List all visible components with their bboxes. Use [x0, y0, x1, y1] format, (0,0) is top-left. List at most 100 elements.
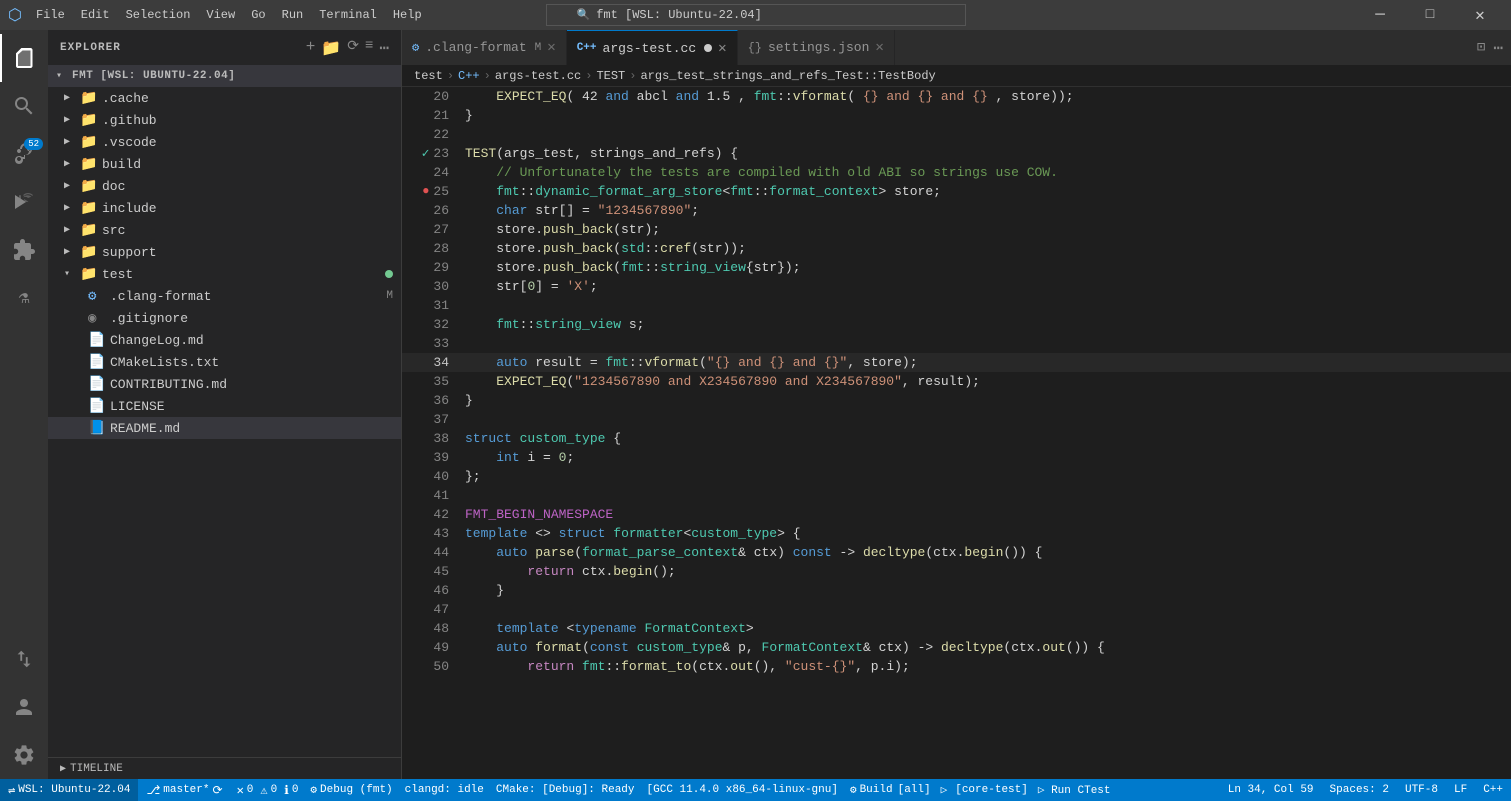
status-cmake-label: CMake: [Debug]: Ready [496, 784, 635, 796]
code-content[interactable]: EXPECT_EQ( 42 and abcl and 1.5 , fmt::vf… [457, 87, 1511, 779]
vscode-icon: ⬡ [8, 5, 22, 25]
activity-item-run[interactable] [0, 178, 48, 226]
new-folder-icon[interactable]: 📁 [321, 38, 341, 58]
status-spaces[interactable]: Spaces: 2 [1322, 779, 1397, 801]
line-num-42: 42 [402, 505, 457, 524]
breadcrumb-sep-2: › [484, 69, 491, 83]
code-line-26: char str[] = "1234567890"; [457, 201, 1511, 220]
status-test-name[interactable]: [core-test] [951, 779, 1032, 801]
tree-item-clang-format[interactable]: ⚙ .clang-format M [48, 285, 401, 307]
tree-item-include[interactable]: ▶ 📁 include [48, 197, 401, 219]
tab-close-args[interactable]: ✕ [718, 40, 726, 57]
activity-item-explorer[interactable] [0, 34, 48, 82]
file-label-cmakelists: CMakeLists.txt [110, 355, 401, 370]
line-num-44: 44 [402, 543, 457, 562]
tab-close-settings[interactable]: ✕ [875, 39, 883, 56]
breadcrumb-item-test[interactable]: test [414, 69, 443, 83]
code-line-24: // Unfortunately the tests are compiled … [457, 163, 1511, 182]
tree-item-cmakelists[interactable]: 📄 CMakeLists.txt [48, 351, 401, 373]
tree-item-root[interactable]: ▾ FMT [WSL: UBUNTU-22.04] [48, 65, 401, 87]
status-language-label: C++ [1483, 784, 1503, 796]
status-run-btn[interactable]: ▷ [937, 779, 952, 801]
status-errors[interactable]: ✕ 0 ⚠ 0 ℹ 0 [231, 779, 305, 801]
status-cmake[interactable]: CMake: [Debug]: Ready [490, 779, 641, 801]
titlebar-search[interactable]: 🔍 fmt [WSL: Ubuntu-22.04] [546, 4, 966, 26]
status-line-col[interactable]: Ln 34, Col 59 [1220, 779, 1322, 801]
sidebar: EXPLORER + 📁 ⟳ ≡ ⋯ ▾ FMT [WSL: UBUNTU-22… [48, 30, 402, 779]
menu-go[interactable]: Go [243, 6, 273, 24]
status-build[interactable]: ⚙ Build [all] [844, 779, 937, 801]
sidebar-header: EXPLORER + 📁 ⟳ ≡ ⋯ [48, 30, 401, 65]
tree-item-test[interactable]: ▾ 📁 test [48, 263, 401, 285]
status-branch[interactable]: ⎇ master* ⟳ [138, 779, 230, 801]
folder-icon-github: 📁 [80, 112, 98, 129]
tree-item-readme[interactable]: 📘 README.md [48, 417, 401, 439]
file-badge-clang-format: M [386, 290, 393, 302]
file-label-changelog: ChangeLog.md [110, 333, 401, 348]
status-line-ending[interactable]: LF [1446, 779, 1475, 801]
tree-item-contributing[interactable]: 📄 CONTRIBUTING.md [48, 373, 401, 395]
status-run-ctest[interactable]: ▷ Run CTest [1032, 779, 1117, 801]
menu-terminal[interactable]: Terminal [311, 6, 385, 24]
activity-item-search[interactable] [0, 82, 48, 130]
status-encoding[interactable]: UTF-8 [1397, 779, 1446, 801]
status-wsl[interactable]: ⇌ WSL: Ubuntu-22.04 [0, 779, 138, 801]
breadcrumb-item-cpp[interactable]: C++ [458, 69, 480, 83]
tab-close-clang[interactable]: ✕ [547, 39, 555, 56]
menu-file[interactable]: File [28, 6, 73, 24]
activity-item-testing[interactable]: ⚗ [0, 274, 48, 322]
timeline-panel[interactable]: ▶ TIMELINE [48, 757, 401, 779]
root-chevron: ▾ [56, 70, 72, 82]
minimize-button[interactable]: ─ [1357, 0, 1403, 30]
breadcrumb-item-test-macro[interactable]: TEST [596, 69, 625, 83]
status-bar: ⇌ WSL: Ubuntu-22.04 ⎇ master* ⟳ ✕ 0 ⚠ 0 … [0, 779, 1511, 801]
menu-help[interactable]: Help [385, 6, 430, 24]
activity-item-settings[interactable] [0, 731, 48, 779]
tree-item-support[interactable]: ▶ 📁 support [48, 241, 401, 263]
menu-run[interactable]: Run [274, 6, 312, 24]
tab-args-test[interactable]: C++ args-test.cc ✕ [567, 30, 738, 65]
more-actions-icon[interactable]: ⋯ [379, 38, 389, 58]
activity-item-accounts[interactable] [0, 683, 48, 731]
maximize-button[interactable]: □ [1407, 0, 1453, 30]
run-icon [12, 190, 36, 214]
activity-item-extensions[interactable] [0, 226, 48, 274]
tree-item-changelog[interactable]: 📄 ChangeLog.md [48, 329, 401, 351]
code-line-36: } [457, 391, 1511, 410]
folder-label-vscode: .vscode [102, 135, 401, 150]
new-file-icon[interactable]: + [306, 38, 316, 58]
status-gcc[interactable]: [GCC 11.4.0 x86_64-linux-gnu] [641, 779, 844, 801]
tree-item-src[interactable]: ▶ 📁 src [48, 219, 401, 241]
tree-item-gitignore[interactable]: ◉ .gitignore [48, 307, 401, 329]
line-num-30: 30 [402, 277, 457, 296]
line-num-32: 32 [402, 315, 457, 334]
tree-item-doc[interactable]: ▶ 📁 doc [48, 175, 401, 197]
code-line-27: store.push_back(str); [457, 220, 1511, 239]
status-debug[interactable]: ⚙ Debug (fmt) [304, 779, 398, 801]
run-status-icon: ▷ [941, 783, 948, 797]
gutter-check-icon: ✓ [422, 144, 430, 163]
status-language[interactable]: C++ [1475, 779, 1511, 801]
code-line-45: return ctx.begin(); [457, 562, 1511, 581]
activity-item-remote[interactable] [0, 635, 48, 683]
refresh-icon[interactable]: ⟳ [347, 38, 359, 58]
split-editor-icon[interactable]: ⊡ [1477, 39, 1485, 56]
close-button[interactable]: ✕ [1457, 0, 1503, 30]
folder-label-build: build [102, 157, 401, 172]
breadcrumb-item-testbody[interactable]: args_test_strings_and_refs_Test::TestBod… [640, 69, 935, 83]
menu-selection[interactable]: Selection [118, 6, 199, 24]
tree-item-cache[interactable]: ▶ 📁 .cache [48, 87, 401, 109]
tree-item-vscode[interactable]: ▶ 📁 .vscode [48, 131, 401, 153]
tab-settings[interactable]: {} settings.json ✕ [738, 30, 895, 65]
menu-view[interactable]: View [198, 6, 243, 24]
activity-item-source-control[interactable]: 52 [0, 130, 48, 178]
status-clangd[interactable]: clangd: idle [399, 779, 490, 801]
tree-item-github[interactable]: ▶ 📁 .github [48, 109, 401, 131]
collapse-icon[interactable]: ≡ [365, 38, 373, 58]
menu-edit[interactable]: Edit [73, 6, 118, 24]
tree-item-build[interactable]: ▶ 📁 build [48, 153, 401, 175]
tree-item-license[interactable]: 📄 LICENSE [48, 395, 401, 417]
breadcrumb-item-file[interactable]: args-test.cc [495, 69, 581, 83]
more-tabs-icon[interactable]: ⋯ [1493, 38, 1503, 58]
tab-clang-format[interactable]: ⚙ .clang-format M ✕ [402, 30, 567, 65]
